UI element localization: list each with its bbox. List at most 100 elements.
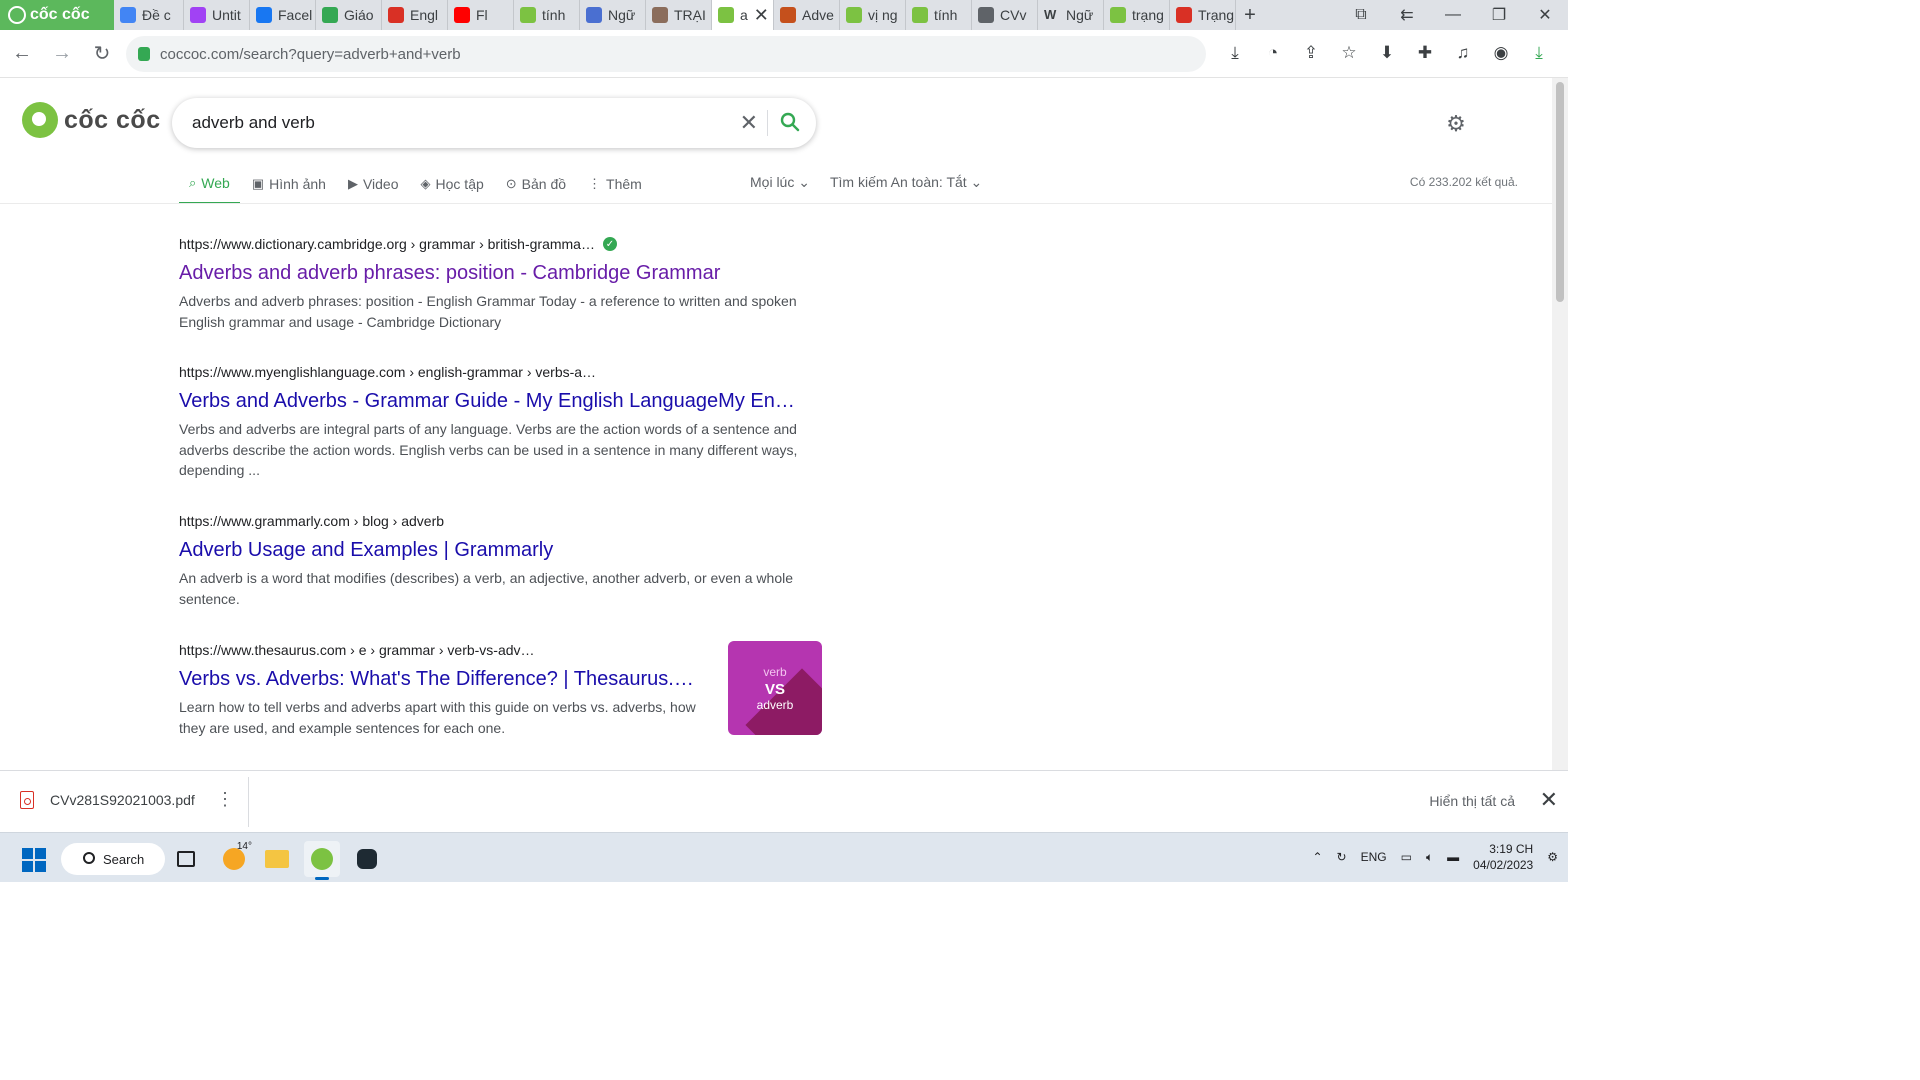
tab-thêm[interactable]: ⋮ Thêm <box>578 164 652 204</box>
result-title-link[interactable]: Verbs and Adverbs - Grammar Guide - My E… <box>179 390 824 413</box>
savior-download-icon[interactable]: ⬇ <box>1372 38 1402 68</box>
close-window-button[interactable]: ✕ <box>1522 5 1568 25</box>
browser-tab[interactable]: Đề c <box>114 0 184 30</box>
browser-tab[interactable]: Trạng <box>1170 0 1236 30</box>
brand-label: cốc cốc <box>30 6 90 23</box>
downloads-icon[interactable]: ⤓ <box>1524 38 1554 68</box>
taskbar-search-button[interactable]: Search <box>61 843 165 875</box>
browser-tab[interactable]: CVv <box>972 0 1038 30</box>
browser-tab[interactable]: Facel <box>250 0 316 30</box>
minimize-button[interactable]: — <box>1430 6 1476 24</box>
maximize-button[interactable]: ❐ <box>1476 5 1522 25</box>
browser-tab[interactable]: TRẠI <box>646 0 712 30</box>
file-explorer-icon[interactable] <box>259 841 295 877</box>
download-bar: CVv281S92021003.pdf ⋮ Hiển thị tất cả ✕ <box>0 770 1568 832</box>
clear-search-icon[interactable]: ✕ <box>740 110 758 136</box>
download-more-icon[interactable]: ⋮ <box>216 789 234 810</box>
bookmark-star-icon[interactable]: ☆ <box>1334 38 1364 68</box>
browser-tab[interactable]: Engl <box>382 0 448 30</box>
media-icon[interactable]: ♫ <box>1448 38 1478 68</box>
volume-icon[interactable]: 🔈︎ <box>1426 850 1433 865</box>
clock[interactable]: 3:19 CH 04/02/2023 <box>1473 841 1533 873</box>
settings-gear-icon[interactable]: ⚙ <box>1444 111 1468 136</box>
search-input[interactable]: adverb and verb ✕ <box>172 98 816 148</box>
safe-search-dropdown[interactable]: Tìm kiếm An toàn: Tắt ⌄ <box>830 174 982 191</box>
browser-tab[interactable]: Ngữ <box>580 0 646 30</box>
browser-tab[interactable]: a ✕ <box>712 0 774 30</box>
extensions-icon[interactable]: ✚ <box>1410 38 1440 68</box>
browser-tab[interactable]: Untit <box>184 0 250 30</box>
result-title-link[interactable]: Adverbs and adverb phrases: position - C… <box>179 262 824 285</box>
show-all-downloads-link[interactable]: Hiển thị tất cả <box>1429 793 1515 809</box>
tab-label: Untit <box>212 7 241 23</box>
divider <box>767 110 768 136</box>
browser-brand-tab[interactable]: cốc cốc <box>0 0 114 30</box>
browser-tab[interactable]: trạng <box>1104 0 1170 30</box>
url-text: coccoc.com/search?query=adverb+and+verb <box>160 45 461 63</box>
time-filter-dropdown[interactable]: Mọi lúc ⌄ <box>750 174 810 191</box>
notification-icon[interactable]: ⚙ <box>1547 850 1558 864</box>
new-tab-button[interactable]: + <box>1236 4 1264 27</box>
language-indicator[interactable]: ENG <box>1361 850 1387 864</box>
result-url[interactable]: https://www.dictionary.cambridge.org › g… <box>179 236 824 252</box>
browser-tab[interactable]: Fl <box>448 0 514 30</box>
browser-tab[interactable]: tính <box>906 0 972 30</box>
profile-icon[interactable]: ◉ <box>1486 38 1516 68</box>
sync-icon[interactable]: ↻ <box>1337 850 1347 864</box>
result-url[interactable]: https://www.thesaurus.com › e › grammar … <box>179 642 719 658</box>
page-scrollbar[interactable] <box>1552 78 1568 770</box>
tab-bản-đồ[interactable]: ⊙ Bản đồ <box>496 164 576 204</box>
tab-label: Bản đồ <box>521 176 567 192</box>
tab-label: Hình ảnh <box>269 176 326 192</box>
tab-học-tập[interactable]: ◈ Học tập <box>411 164 494 204</box>
browser-tab[interactable]: W Ngữ <box>1038 0 1104 30</box>
windows-start-icon[interactable] <box>22 848 46 872</box>
result-title-link[interactable]: Verbs vs. Adverbs: What's The Difference… <box>179 668 719 691</box>
pdf-file-icon <box>20 791 34 809</box>
result-url[interactable]: https://www.grammarly.com › blog › adver… <box>179 513 824 529</box>
result-title-link[interactable]: Adverb Usage and Examples | Grammarly <box>179 539 824 562</box>
browser-tab[interactable]: Giáo <box>316 0 382 30</box>
tab-web[interactable]: ⌕ Web <box>179 164 240 204</box>
coccoc-logo[interactable]: cốc cốc <box>22 102 161 138</box>
chevron-up-icon[interactable]: ⌃ <box>1312 850 1322 864</box>
download-item[interactable]: CVv281S92021003.pdf <box>20 791 195 809</box>
task-view-icon[interactable] <box>168 841 204 877</box>
tab-favicon-icon <box>322 7 338 23</box>
search-result: https://www.grammarly.com › blog › adver… <box>179 513 824 609</box>
back-arrow-icon[interactable]: ⇇ <box>1384 5 1430 25</box>
tab-video[interactable]: ▶ Video <box>338 164 409 204</box>
close-tab-icon[interactable]: ✕ <box>754 5 769 26</box>
tab-favicon-icon <box>256 7 272 23</box>
result-thumbnail[interactable]: verb VS adverb <box>728 641 822 735</box>
browser-tab[interactable]: Adve <box>774 0 840 30</box>
search-icon[interactable] <box>780 112 800 132</box>
search-result: https://www.thesaurus.com › e › grammar … <box>179 642 719 738</box>
weather-widget-icon[interactable]: 14° <box>216 841 252 877</box>
tab-favicon-icon <box>586 7 602 23</box>
scrollbar-thumb[interactable] <box>1556 82 1564 302</box>
result-snippet: Verbs and adverbs are integral parts of … <box>179 421 798 478</box>
share-icon[interactable]: ⇪ <box>1296 38 1326 68</box>
tab-favicon-icon <box>978 7 994 23</box>
browser-tab[interactable]: vị ng <box>840 0 906 30</box>
back-button[interactable]: ← <box>4 36 40 72</box>
coccoc-taskbar-icon[interactable] <box>304 841 340 880</box>
tab-favicon-icon <box>454 7 470 23</box>
forward-button[interactable]: → <box>44 36 80 72</box>
browser-tab[interactable]: tính <box>514 0 580 30</box>
app-taskbar-icon[interactable] <box>349 841 385 877</box>
result-url[interactable]: https://www.myenglishlanguage.com › engl… <box>179 364 824 380</box>
address-bar[interactable]: coccoc.com/search?query=adverb+and+verb <box>126 36 1206 72</box>
tab-search-icon[interactable]: ⧉ <box>1338 6 1384 24</box>
speed-icon[interactable]: ◔ <box>1258 38 1288 68</box>
tab-hình-ảnh[interactable]: ▣ Hình ảnh <box>242 164 336 204</box>
close-download-bar-icon[interactable]: ✕ <box>1540 787 1558 813</box>
apps-grid-icon[interactable] <box>1494 112 1518 136</box>
tab-label: Fl <box>476 7 488 23</box>
tab-favicon-icon <box>520 7 536 23</box>
reload-button[interactable]: ↻ <box>84 36 120 72</box>
install-app-icon[interactable]: ⤓ <box>1220 38 1250 68</box>
battery-icon[interactable]: ▬ <box>1447 850 1459 864</box>
network-icon[interactable]: ▭ <box>1401 850 1412 864</box>
